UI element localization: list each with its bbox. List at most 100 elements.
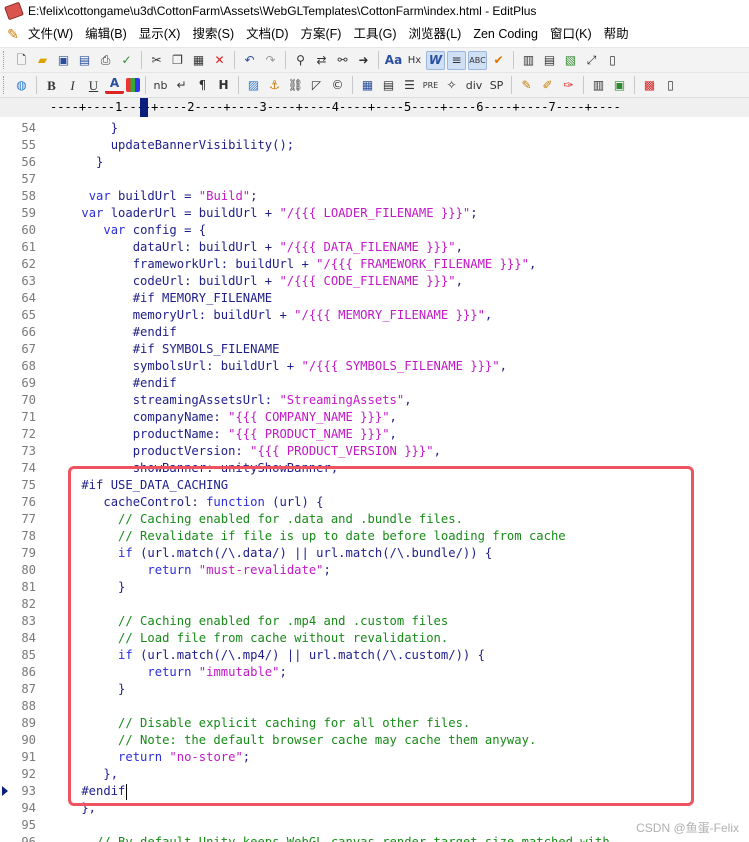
code-line[interactable]: 82: [0, 596, 749, 613]
save-all-icon[interactable]: ▤: [75, 51, 94, 70]
code-line[interactable]: 70 streamingAssetsUrl: "StreamingAssets"…: [0, 392, 749, 409]
save-icon[interactable]: ▣: [54, 51, 73, 70]
delete-icon[interactable]: ✕: [210, 51, 229, 70]
menu-edit[interactable]: 编辑(B): [79, 22, 133, 46]
code-line[interactable]: 81 }: [0, 579, 749, 596]
toolbar-grip[interactable]: [3, 51, 7, 69]
directory-icon[interactable]: ▧: [561, 51, 580, 70]
open-file-icon[interactable]: ▰: [33, 51, 52, 70]
code-line[interactable]: 74 showBanner: unityShowBanner,: [0, 460, 749, 477]
css-icon[interactable]: ✑: [559, 76, 578, 95]
comment-icon[interactable]: ✧: [442, 76, 461, 95]
line-break-icon[interactable]: ↵: [172, 76, 191, 95]
code-line[interactable]: 58 var buildUrl = "Build";: [0, 188, 749, 205]
code-line[interactable]: 71 companyName: "{{{ COMPANY_NAME }}}",: [0, 409, 749, 426]
paste-icon[interactable]: ▦: [189, 51, 208, 70]
dual-view-icon[interactable]: ▯: [603, 51, 622, 70]
redo-icon[interactable]: ↷: [261, 51, 280, 70]
code-line[interactable]: 54 }: [0, 120, 749, 137]
code-line[interactable]: 93 #endif: [0, 783, 749, 800]
code-line[interactable]: 65 memoryUrl: buildUrl + "/{{{ MEMORY_FI…: [0, 307, 749, 324]
underline-icon[interactable]: U: [84, 76, 103, 95]
code-line[interactable]: 76 cacheControl: function (url) {: [0, 494, 749, 511]
code-line[interactable]: 89 // Disable explicit caching for all o…: [0, 715, 749, 732]
code-line[interactable]: 57: [0, 171, 749, 188]
browser-icon[interactable]: ◍: [12, 76, 31, 95]
heading-icon[interactable]: H: [214, 76, 233, 95]
code-line[interactable]: 77 // Caching enabled for .data and .bun…: [0, 511, 749, 528]
line-number-icon[interactable]: ≡: [447, 50, 466, 70]
check-icon[interactable]: ✔: [489, 51, 508, 70]
code-line[interactable]: 61 dataUrl: buildUrl + "/{{{ DATA_FILENA…: [0, 239, 749, 256]
code-line[interactable]: 88: [0, 698, 749, 715]
menu-help[interactable]: 帮助: [598, 22, 635, 46]
hex-icon[interactable]: Hx: [405, 51, 424, 70]
code-line[interactable]: 69 #endif: [0, 375, 749, 392]
menu-tools[interactable]: 工具(G): [347, 22, 402, 46]
spell-check-icon[interactable]: ✓: [117, 51, 136, 70]
code-line[interactable]: 60 var config = {: [0, 222, 749, 239]
font-size-icon[interactable]: Aa: [384, 51, 403, 70]
code-line[interactable]: 83 // Caching enabled for .mp4 and .cust…: [0, 613, 749, 630]
code-line[interactable]: 63 codeUrl: buildUrl + "/{{{ CODE_FILENA…: [0, 273, 749, 290]
code-line[interactable]: 80 return "must-revalidate";: [0, 562, 749, 579]
code-line[interactable]: 92 },: [0, 766, 749, 783]
pre-icon[interactable]: PRE: [421, 76, 440, 95]
cliptext-icon[interactable]: ▤: [540, 51, 559, 70]
code-line[interactable]: 79 if (url.match(/\.data/) || url.match(…: [0, 545, 749, 562]
code-line[interactable]: 90 // Note: the default browser cache ma…: [0, 732, 749, 749]
replace-icon[interactable]: ⇄: [312, 51, 331, 70]
font-color-icon[interactable]: A: [105, 76, 124, 94]
style-icon[interactable]: ✐: [538, 76, 557, 95]
code-line[interactable]: 86 return "immutable";: [0, 664, 749, 681]
italic-icon[interactable]: I: [63, 76, 82, 95]
fullscreen-icon[interactable]: ⤢: [582, 51, 601, 70]
code-line[interactable]: 55 updateBannerVisibility();: [0, 137, 749, 154]
color-picker-icon[interactable]: ▩: [640, 76, 659, 95]
column-select-icon[interactable]: ABC: [468, 50, 487, 70]
code-line[interactable]: 87 }: [0, 681, 749, 698]
menu-file[interactable]: 文件(W): [22, 22, 79, 46]
anchor-icon[interactable]: ⚓: [265, 76, 284, 95]
menu-browser[interactable]: 浏览器(L): [403, 22, 468, 46]
word-wrap-icon[interactable]: W: [426, 50, 445, 70]
code-line[interactable]: 78 // Revalidate if file is up to date b…: [0, 528, 749, 545]
doc-list-icon[interactable]: ▥: [519, 51, 538, 70]
span-icon[interactable]: SP: [487, 76, 506, 95]
print-icon[interactable]: ⎙: [96, 51, 115, 70]
preview-icon[interactable]: ▣: [610, 76, 629, 95]
code-line[interactable]: 59 var loaderUrl = buildUrl + "/{{{ LOAD…: [0, 205, 749, 222]
code-line[interactable]: 94 },: [0, 800, 749, 817]
copy-icon[interactable]: ❐: [168, 51, 187, 70]
code-line[interactable]: 72 productName: "{{{ PRODUCT_NAME }}}",: [0, 426, 749, 443]
symbol-icon[interactable]: ◸: [307, 76, 326, 95]
image-icon[interactable]: ▨: [244, 76, 263, 95]
menu-search[interactable]: 搜索(S): [186, 22, 240, 46]
nbsp-icon[interactable]: nb: [151, 76, 170, 95]
layout-icon[interactable]: ▥: [589, 76, 608, 95]
code-line[interactable]: 84 // Load file from cache without reval…: [0, 630, 749, 647]
link-icon[interactable]: ⛓: [286, 76, 305, 95]
code-line[interactable]: 62 frameworkUrl: buildUrl + "/{{{ FRAMEW…: [0, 256, 749, 273]
code-editor[interactable]: 54 } 55 updateBannerVisibility(); 56 } 57 58…: [0, 117, 749, 842]
code-line[interactable]: 73 productVersion: "{{{ PRODUCT_VERSION …: [0, 443, 749, 460]
menu-view[interactable]: 显示(X): [133, 22, 187, 46]
cut-icon[interactable]: ✂: [147, 51, 166, 70]
list-icon[interactable]: ☰: [400, 76, 419, 95]
code-line[interactable]: 67 #if SYMBOLS_FILENAME: [0, 341, 749, 358]
paragraph-icon[interactable]: ¶: [193, 76, 212, 95]
menu-window[interactable]: 窗口(K): [544, 22, 598, 46]
toolbar-grip[interactable]: [3, 76, 7, 94]
edit-icon[interactable]: ✎: [517, 76, 536, 95]
code-line[interactable]: 75 #if USE_DATA_CACHING: [0, 477, 749, 494]
code-line[interactable]: 85 if (url.match(/\.mp4/) || url.match(/…: [0, 647, 749, 664]
copyright-icon[interactable]: ©: [328, 76, 347, 95]
code-line[interactable]: 91 return "no-store";: [0, 749, 749, 766]
table-icon[interactable]: ▦: [358, 76, 377, 95]
div-icon[interactable]: div: [463, 76, 485, 95]
code-line[interactable]: 66 #endif: [0, 324, 749, 341]
code-line[interactable]: 68 symbolsUrl: buildUrl + "/{{{ SYMBOLS_…: [0, 358, 749, 375]
find-icon[interactable]: ⚲: [291, 51, 310, 70]
menu-document[interactable]: 文档(D): [240, 22, 294, 46]
menu-zen-coding[interactable]: Zen Coding: [467, 22, 544, 46]
